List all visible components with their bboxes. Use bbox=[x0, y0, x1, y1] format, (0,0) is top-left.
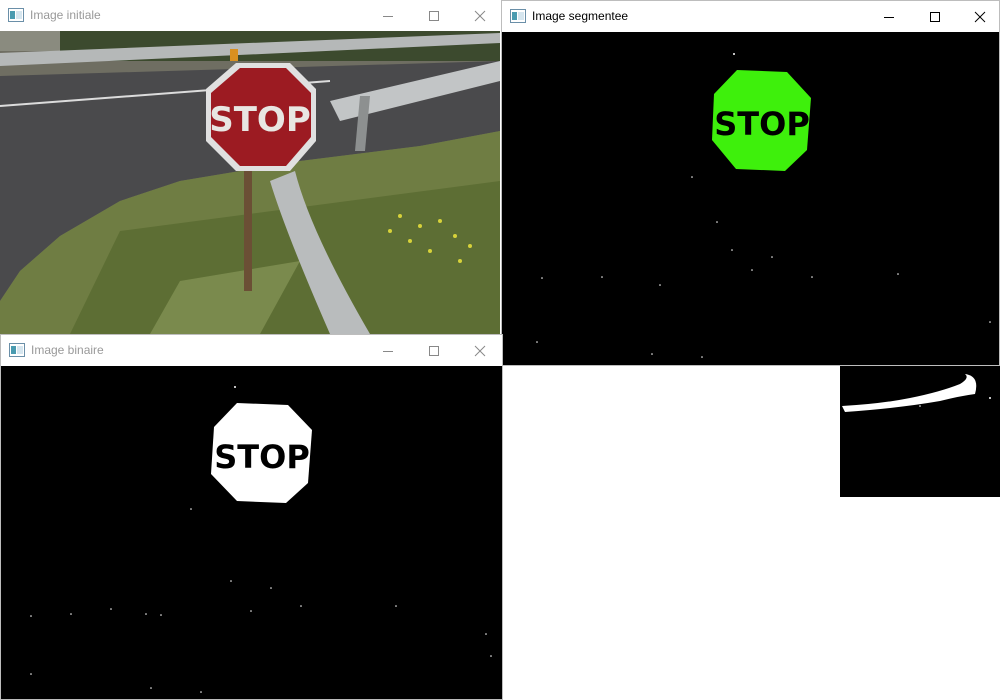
image-canvas: STOP bbox=[502, 32, 999, 365]
titlebar[interactable]: Image segmentee bbox=[502, 1, 999, 32]
close-icon bbox=[474, 345, 486, 356]
minimize-button[interactable] bbox=[866, 1, 912, 32]
stop-sign-text: STOP bbox=[209, 100, 311, 140]
titlebar[interactable]: Image initiale bbox=[0, 0, 500, 31]
maximize-icon bbox=[429, 10, 439, 21]
maximize-icon bbox=[429, 345, 439, 356]
segmented-image: STOP bbox=[502, 32, 999, 365]
window-image-segmentee[interactable]: Image segmentee STOP bbox=[501, 0, 1000, 366]
maximize-button[interactable] bbox=[411, 0, 457, 31]
stop-sign-text: STOP bbox=[214, 438, 310, 476]
app-icon bbox=[510, 9, 526, 23]
binary-image: STOP bbox=[1, 366, 502, 699]
window-image-initiale[interactable]: Image initiale STOP bbox=[0, 0, 500, 334]
close-icon bbox=[474, 10, 486, 21]
titlebar[interactable]: Image binaire bbox=[1, 335, 502, 366]
minimize-button[interactable] bbox=[365, 335, 411, 366]
close-button[interactable] bbox=[957, 1, 1000, 32]
minimize-icon bbox=[383, 15, 393, 17]
minimize-button[interactable] bbox=[365, 0, 411, 31]
minimize-icon bbox=[884, 16, 894, 18]
window-title: Image initiale bbox=[30, 8, 101, 22]
partial-image-window bbox=[840, 366, 1000, 497]
window-title: Image binaire bbox=[31, 343, 104, 357]
app-icon bbox=[8, 8, 24, 22]
stop-sign-text: STOP bbox=[714, 105, 810, 143]
close-button[interactable] bbox=[457, 335, 503, 366]
road-photo: STOP bbox=[0, 31, 500, 334]
window-title: Image segmentee bbox=[532, 9, 629, 23]
close-icon bbox=[974, 11, 986, 22]
maximize-button[interactable] bbox=[912, 1, 958, 32]
image-canvas: STOP bbox=[1, 366, 502, 699]
close-button[interactable] bbox=[457, 0, 503, 31]
window-image-binaire[interactable]: Image binaire STOP bbox=[0, 334, 503, 700]
minimize-icon bbox=[383, 350, 393, 352]
partial-binary-image bbox=[840, 366, 1000, 497]
app-icon bbox=[9, 343, 25, 357]
image-canvas: STOP bbox=[0, 31, 500, 334]
maximize-icon bbox=[930, 11, 940, 22]
maximize-button[interactable] bbox=[411, 335, 457, 366]
